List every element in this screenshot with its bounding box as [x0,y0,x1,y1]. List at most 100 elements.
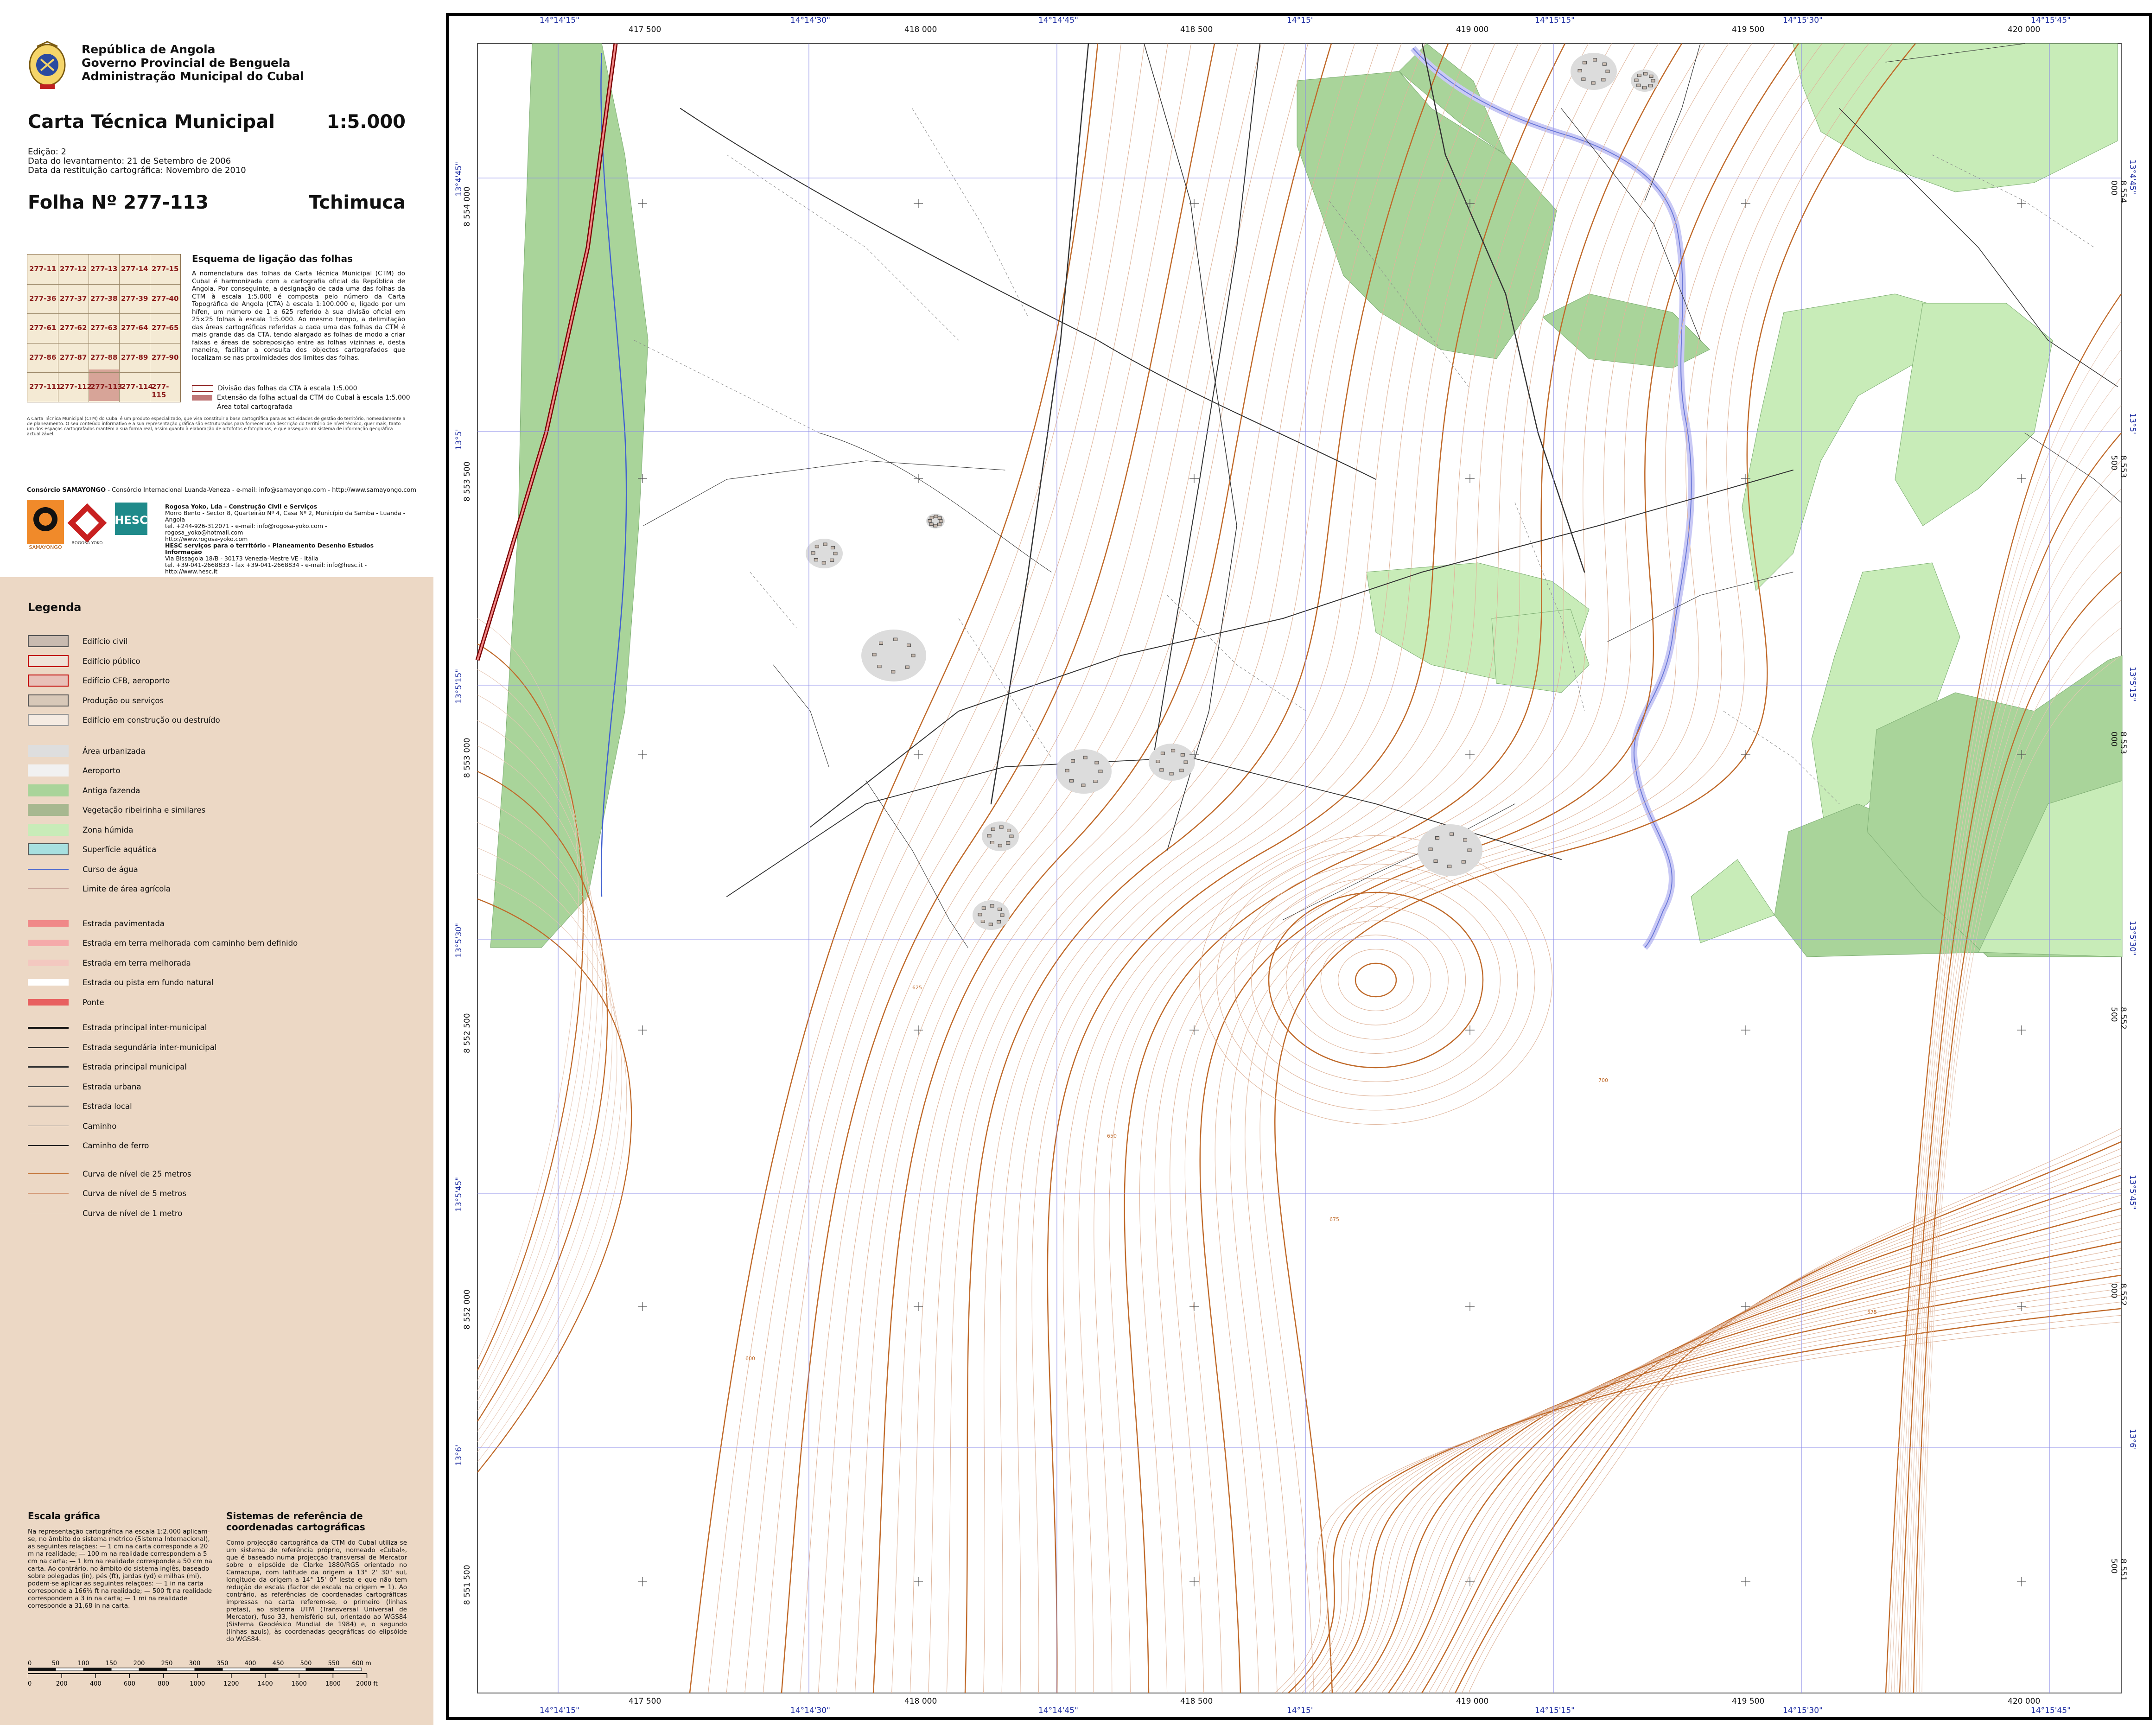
legend-label: Edifício em construção ou destruído [83,716,220,725]
legend-label: Estrada ou pista em fundo natural [83,978,214,987]
civil-building [893,637,898,641]
civil-building [980,920,985,923]
top-easting-label: 417 500 [629,25,661,34]
scale-segment [250,1668,279,1671]
civil-building [811,551,815,555]
scale-tick-feet: 1400 [258,1680,273,1687]
legend-label: Superfície aquática [83,845,157,854]
bottom-easting-label: 419 500 [1732,1697,1765,1706]
government-header: República de Angola Governo Provincial d… [82,43,304,83]
contour-label: 575 [1867,1309,1877,1315]
scale-title: Escala gráfica [28,1510,101,1521]
legend-item: Curva de nível de 1 metro [28,1205,408,1221]
legend-symbol [28,920,69,927]
legend-label: Produção ou serviços [83,696,164,705]
scale-segment [305,1668,334,1671]
top-longitude-label: 14°14'15" [540,16,579,25]
civil-building [1069,779,1074,783]
index-sheet-label: 277-111 [29,382,61,391]
index-sheet-label: 277-89 [121,353,148,362]
map-scale: 1:5.000 [326,111,406,133]
civil-building [1581,77,1586,81]
left-latitude-label: 13°5'45" [454,1177,464,1212]
legend-item: Área urbanizada [28,743,408,759]
svg-text:SAMAYONGO: SAMAYONGO [29,544,62,550]
civil-building [1428,847,1433,851]
legend-label: Vegetação ribeirinha e similares [83,806,206,815]
civil-building [1000,913,1005,917]
civil-building [934,515,938,518]
right-latitude-label: 13°6' [2128,1429,2137,1450]
urbanized-area [861,630,926,681]
map-title: Carta Técnica Municipal [28,111,275,133]
legend-item: Curva de nível de 25 metros [28,1166,408,1182]
civil-building [905,665,909,669]
legend-symbol [28,804,69,816]
scale-segment [166,1668,195,1671]
right-northing-label: 8 553 000 [2109,732,2128,754]
legend-label: Estrada segundária inter-municipal [83,1043,217,1052]
left-northing-label: 8 552 000 [463,1289,472,1330]
left-northing-label: 8 553 000 [463,738,472,778]
civil-building [937,522,941,526]
crs-title: Sistemas de referência de coordenadas ca… [226,1510,365,1533]
legend-label: Estrada pavimentada [83,919,165,928]
scale-tick-metres: 400 [245,1660,256,1667]
index-sheet-label: 277-112 [60,382,92,391]
government-line: Administração Municipal do Cubal [82,70,304,83]
civil-building [879,642,884,645]
map-frame[interactable]: 625 650 675 700 600 575 [446,13,2152,1720]
index-sheet-label: 277-11 [29,265,57,273]
civil-building [1593,58,1597,62]
legend-item: Antiga fazenda [28,783,408,798]
topographic-map[interactable]: 625 650 675 700 600 575 [449,16,2149,1717]
bottom-easting-label: 418 500 [1180,1697,1213,1706]
legend-symbol [28,868,69,870]
index-sheet-label: 277-64 [121,324,148,332]
legend-label: Curva de nível de 5 metros [83,1189,186,1198]
legend-item: Caminho de ferro [28,1138,408,1153]
civil-building [1591,81,1596,85]
right-latitude-label: 13°5'30" [2128,921,2137,956]
urbanized-area [1056,749,1112,794]
sheet-number: Folha Nº 277-113 [28,192,209,213]
partners-info: Rogosa Yoko, Lda - Construção Civil e Se… [165,503,406,575]
legend-label: Ponte [83,998,104,1007]
scale-tick-feet: 200 [56,1680,68,1687]
civil-building [991,827,995,831]
legend-item: Curso de água [28,861,408,877]
scale-tick-feet: 1000 [190,1680,205,1687]
scale-segment [194,1668,223,1671]
partner-line: tel. +244-926-312071 - e-mail: info@rogo… [165,522,327,536]
legend-symbol [28,979,69,986]
right-northing-label: 8 552 500 [2109,1007,2128,1030]
civil-building [1447,865,1452,868]
svg-text:HESC: HESC [114,514,147,527]
meta-line: Data do levantamento: 21 de Setembro de … [28,156,231,166]
right-northing-label: 8 552 000 [2109,1283,2128,1306]
civil-building [939,519,943,523]
civil-building [1450,832,1454,836]
legend-label: Aeroporto [83,766,121,775]
left-northing-label: 8 554 000 [463,186,472,227]
legend-symbol [28,1086,69,1087]
legend-symbol [28,888,69,889]
scale-tick-metres: 50 [52,1660,60,1667]
bottom-longitude-label: 14°15'30" [1783,1706,1823,1715]
scale-text: Na representação cartográfica na escala … [28,1528,212,1610]
scale-segment [139,1668,167,1671]
right-northing-label: 8 554 000 [2109,180,2128,203]
legend-symbol [28,784,69,796]
civil-building [1648,84,1653,88]
scale-tick-feet: 800 [158,1680,169,1687]
scale-tick-metres: 250 [161,1660,173,1667]
legend-label: Edifício civil [83,637,128,646]
civil-building [999,825,1004,829]
legend-label: Caminho [83,1121,117,1131]
index-sheet-label: 277-40 [152,294,179,303]
civil-building [1651,79,1655,83]
scale-tick-feet: 400 [90,1680,102,1687]
partner-line: Via Bissagola 18/B - 30173 Venezia-Mestr… [165,555,318,562]
left-latitude-label: 13°5'30" [454,923,464,958]
edition-meta: Edição: 2 Data do levantamento: 21 de Se… [28,147,246,175]
